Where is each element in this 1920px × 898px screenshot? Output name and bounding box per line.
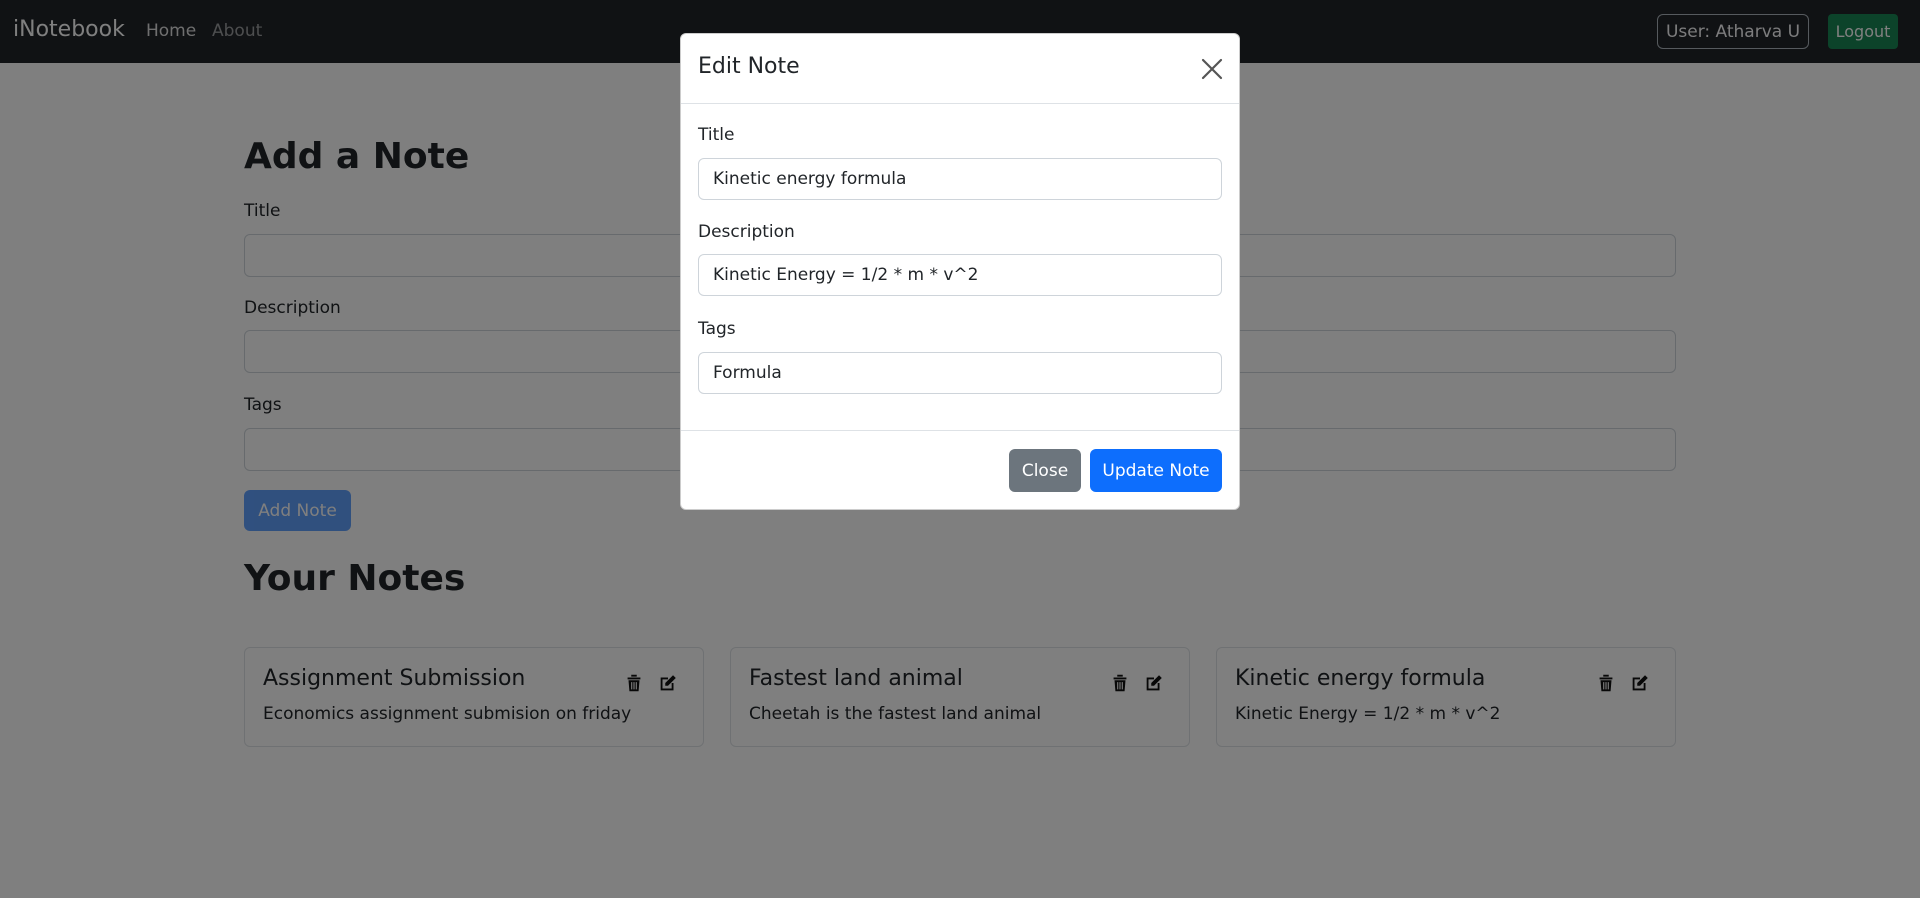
modal-title-input[interactable] <box>698 158 1222 200</box>
modal-description-input[interactable] <box>698 254 1222 296</box>
edit-note-modal: Edit Note Title Description Tags Close U… <box>680 33 1240 510</box>
modal-footer: Close Update Note <box>681 430 1239 509</box>
modal-header: Edit Note <box>681 34 1239 104</box>
update-note-button[interactable]: Update Note <box>1090 449 1222 492</box>
close-icon[interactable] <box>1199 56 1225 82</box>
modal-description-label: Description <box>698 222 795 242</box>
modal-tags-label: Tags <box>698 319 736 339</box>
modal-tags-input[interactable] <box>698 352 1222 394</box>
close-button[interactable]: Close <box>1009 449 1081 492</box>
modal-title: Edit Note <box>698 54 800 79</box>
modal-title-label: Title <box>698 125 735 145</box>
